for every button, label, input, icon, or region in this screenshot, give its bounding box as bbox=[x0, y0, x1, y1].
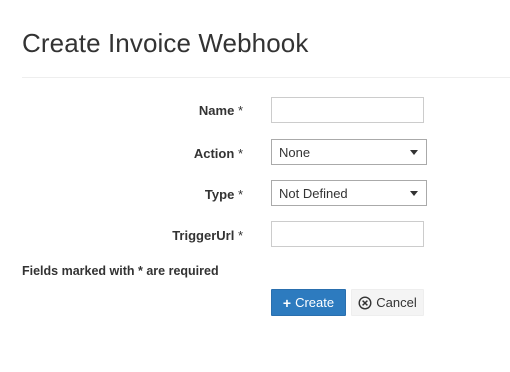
action-label: Action * bbox=[194, 146, 243, 161]
required-fields-note: Fields marked with * are required bbox=[22, 264, 219, 278]
name-required-mark: * bbox=[237, 103, 243, 118]
action-label-text: Action bbox=[193, 146, 235, 161]
type-select[interactable]: Not Defined bbox=[271, 180, 427, 206]
trigger-url-required-mark: * bbox=[237, 228, 243, 243]
type-required-mark: * bbox=[237, 187, 243, 202]
name-label: Name * bbox=[199, 103, 243, 118]
plus-icon: + bbox=[282, 294, 292, 311]
type-label-text: Type bbox=[204, 187, 235, 202]
create-invoice-webhook-page: Create Invoice Webhook Name * Action * N… bbox=[0, 0, 510, 372]
cancel-button[interactable]: Cancel bbox=[351, 289, 424, 316]
type-selected-value: Not Defined bbox=[279, 186, 348, 201]
type-label: Type * bbox=[205, 187, 243, 202]
create-button[interactable]: + Create bbox=[271, 289, 346, 316]
title-divider bbox=[22, 77, 510, 78]
action-required-mark: * bbox=[237, 146, 243, 161]
trigger-url-label-text: TriggerUrl bbox=[172, 228, 235, 243]
create-button-label: Create bbox=[295, 295, 335, 310]
name-label-text: Name bbox=[198, 103, 235, 118]
trigger-url-label: TriggerUrl * bbox=[172, 228, 243, 243]
trigger-url-input[interactable] bbox=[271, 221, 424, 247]
page-title: Create Invoice Webhook bbox=[22, 28, 309, 58]
chevron-down-icon bbox=[410, 191, 418, 196]
cancel-circle-icon bbox=[358, 295, 372, 310]
cancel-button-label: Cancel bbox=[376, 295, 417, 310]
name-input[interactable] bbox=[271, 97, 424, 123]
action-select[interactable]: None bbox=[271, 139, 427, 165]
chevron-down-icon bbox=[410, 150, 418, 155]
action-selected-value: None bbox=[279, 145, 311, 160]
